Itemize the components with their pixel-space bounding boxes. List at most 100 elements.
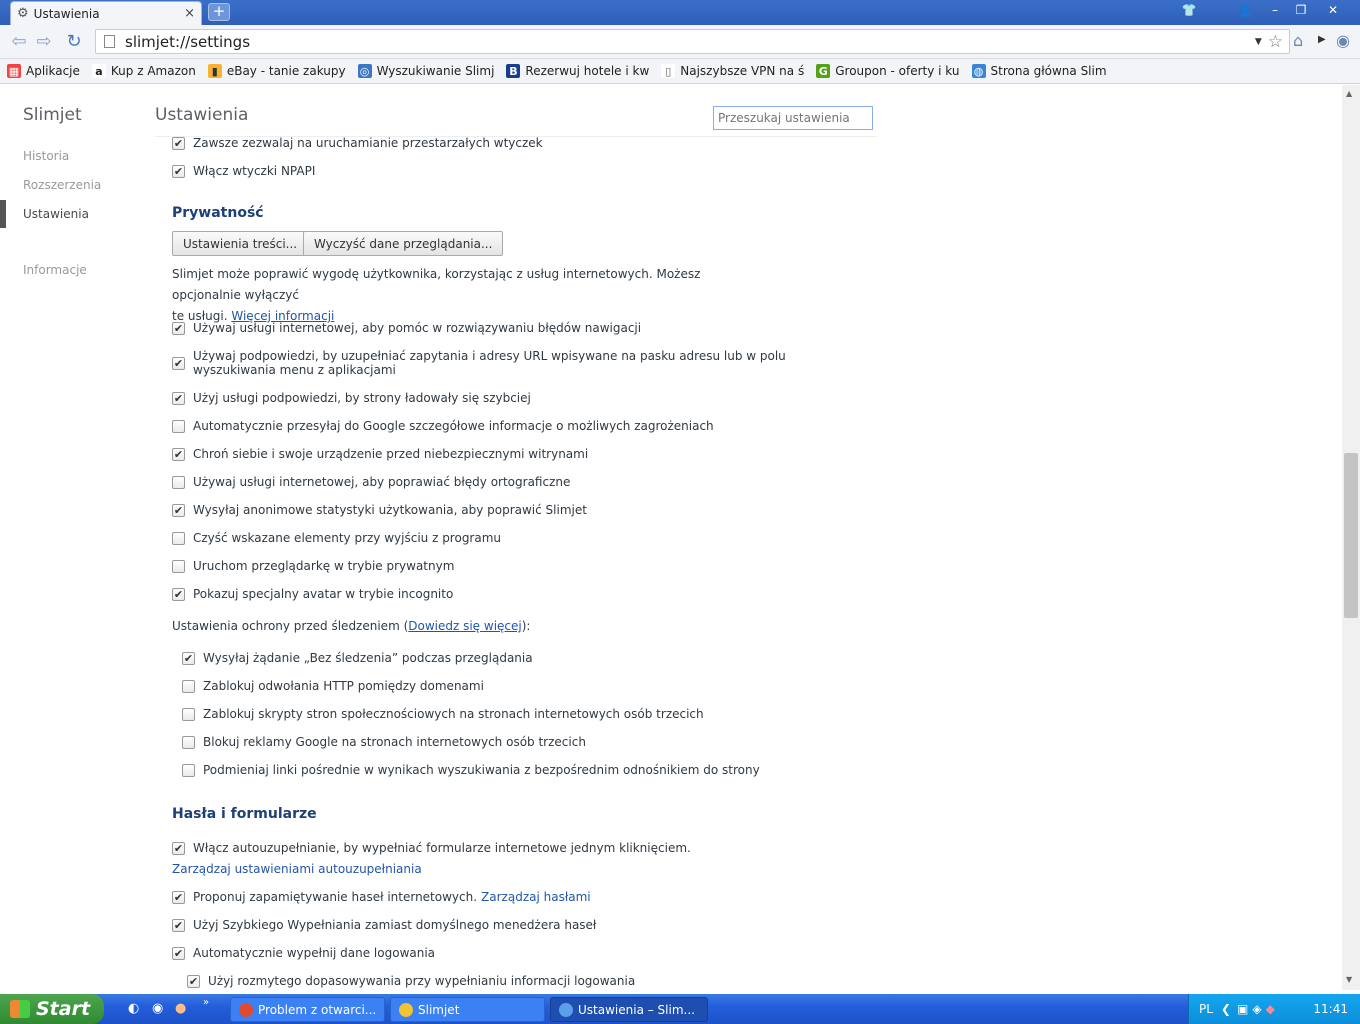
clear-browsing-data-button[interactable]: Wyczyść dane przeglądania...: [303, 231, 504, 256]
checkbox-row-tracking[interactable]: Zablokuj odwołania HTTP pomiędzy domenam…: [182, 679, 484, 693]
checkbox-row-tracking[interactable]: Blokuj reklamy Google na stronach intern…: [182, 735, 586, 749]
bookmark-star-icon[interactable]: ☆: [1268, 32, 1283, 52]
checkbox-row-quickfill[interactable]: ✔ Użyj Szybkiego Wypełniania zamiast dom…: [172, 918, 596, 932]
checkbox-row-privacy[interactable]: ✔ Używaj usługi internetowej, aby pomóc w…: [172, 321, 641, 335]
address-bar[interactable]: slimjet://settings ▼ ☆: [95, 29, 1290, 54]
shirt-icon[interactable]: 👕: [1176, 1, 1202, 20]
bookmark-item[interactable]: ◍ Strona główna Slim: [971, 64, 1107, 78]
checkbox[interactable]: ✔: [172, 587, 185, 601]
quicklaunch-desktop-icon[interactable]: ◐: [128, 1001, 139, 1016]
address-url[interactable]: slimjet://settings: [125, 33, 1255, 51]
bookmark-item[interactable]: a Kup z Amazon: [91, 64, 196, 78]
back-arrow-icon[interactable]: ⇦: [8, 32, 30, 52]
checkbox[interactable]: [172, 559, 185, 573]
checkbox[interactable]: [182, 679, 195, 693]
checkbox-row-offer-save-passwords[interactable]: ✔ Proponuj zapamiętywanie haseł internet…: [172, 890, 591, 904]
tray-expand-icon[interactable]: ❮: [1221, 1002, 1231, 1016]
search-settings-input[interactable]: [713, 106, 873, 130]
checkbox-row-autologin[interactable]: ✔ Automatycznie wypełnij dane logowania: [172, 946, 435, 960]
nav-item-settings[interactable]: Ustawienia: [23, 207, 89, 221]
close-tab-icon[interactable]: ×: [184, 6, 195, 21]
checkbox-row-tracking[interactable]: Podmieniaj linki pośrednie w wynikach wy…: [182, 763, 760, 777]
bookmarks-bar: ▦ Aplikacje a Kup z Amazon ▮ eBay - tanie zak…: [0, 59, 1360, 84]
checkbox[interactable]: ✔: [172, 356, 185, 370]
checkbox[interactable]: ✔: [172, 918, 185, 932]
checkbox[interactable]: ✔: [172, 164, 185, 178]
more-arrow-icon[interactable]: ▶: [1318, 34, 1326, 45]
checkbox-row-privacy[interactable]: ✔ Wysyłaj anonimowe statystyki użytkowani…: [172, 503, 587, 517]
nav-item-history[interactable]: Historia: [23, 149, 69, 163]
checkbox-row-autofill[interactable]: ✔ Włącz autouzupełnianie, by wypełniać f…: [172, 841, 691, 855]
checkbox-row-privacy[interactable]: Automatycznie przesyłaj do Google szczeg…: [172, 419, 714, 433]
nav-item-about[interactable]: Informacje: [23, 263, 87, 277]
checkbox-row-outdated-plugins[interactable]: ✔ Zawsze zezwalaj na uruchamianie przest…: [172, 136, 543, 150]
taskbar-task[interactable]: Ustawienia – Slim...: [550, 997, 708, 1022]
bookmark-item[interactable]: ▦ Aplikacje: [7, 64, 80, 78]
checkbox[interactable]: ✔: [172, 503, 185, 517]
checkbox-row-privacy[interactable]: Uruchom przeglądarkę w trybie prywatnym: [172, 559, 454, 573]
tray-antivirus-icon[interactable]: ◆: [1266, 1002, 1275, 1016]
manage-autofill-link[interactable]: Zarządzaj ustawieniami autouzupełniania: [172, 862, 422, 876]
home-icon[interactable]: ⌂: [1293, 31, 1303, 50]
nav-item-extensions[interactable]: Rozszerzenia: [23, 178, 101, 192]
checkbox-row-tracking[interactable]: ✔ Wysyłaj żądanie „Bez śledzenia” podczas…: [182, 651, 533, 665]
close-window-icon[interactable]: ✕: [1320, 1, 1346, 20]
tracking-suffix: ):: [521, 619, 531, 633]
checkbox[interactable]: ✔: [172, 890, 185, 904]
bookmark-item[interactable]: ▯ Najszybsze VPN na ś: [661, 64, 804, 78]
checkbox-row-fuzzy-match[interactable]: ✔ Użyj rozmytego dopasowywania przy wype…: [187, 974, 635, 988]
taskbar-task[interactable]: Problem z otwarci...: [230, 997, 385, 1022]
checkbox-row-privacy[interactable]: Używaj usługi internetowej, aby poprawia…: [172, 475, 570, 489]
language-indicator[interactable]: PL: [1199, 1002, 1213, 1016]
quicklaunch-more-icon[interactable]: »: [203, 997, 209, 1008]
checkbox-row-privacy[interactable]: ✔ Chroń siebie i swoje urządzenie przed n…: [172, 447, 588, 461]
start-button[interactable]: Start: [0, 994, 104, 1024]
checkbox[interactable]: [182, 735, 195, 749]
checkbox-label: Wysyłaj anonimowe statystyki użytkowania…: [193, 503, 587, 517]
tab-settings[interactable]: ⚙ Ustawienia ×: [10, 1, 202, 25]
checkbox[interactable]: ✔: [172, 391, 185, 405]
bookmark-item[interactable]: B Rezerwuj hotele i kw: [506, 64, 649, 78]
page-scrollbar[interactable]: ▲ ▼: [1342, 85, 1360, 990]
quicklaunch-chrome-icon[interactable]: ◉: [152, 1001, 163, 1016]
checkbox-row-tracking[interactable]: Zablokuj skrypty stron społecznościowych…: [182, 707, 704, 721]
scroll-down-icon[interactable]: ▼: [1346, 975, 1352, 984]
scroll-up-icon[interactable]: ▲: [1346, 89, 1352, 98]
checkbox[interactable]: ✔: [172, 136, 185, 150]
checkbox[interactable]: ✔: [172, 447, 185, 461]
checkbox-row-privacy[interactable]: ✔ Używaj podpowiedzi, by uzupełniać zapyt…: [172, 349, 786, 377]
minimize-icon[interactable]: –: [1262, 1, 1288, 20]
bookmark-item[interactable]: G Groupon - oferty i ku: [816, 64, 960, 78]
checkbox[interactable]: [182, 707, 195, 721]
dropdown-arrow-icon[interactable]: ▼: [1255, 37, 1262, 47]
tracking-learn-more-link[interactable]: Dowiedz się więcej: [408, 619, 521, 633]
checkbox[interactable]: [172, 419, 185, 433]
checkbox[interactable]: ✔: [172, 841, 185, 855]
checkbox[interactable]: ✔: [172, 946, 185, 960]
checkbox[interactable]: ✔: [172, 321, 185, 335]
checkbox[interactable]: [172, 531, 185, 545]
bookmark-item[interactable]: ◎ Wyszukiwanie Slimj: [357, 64, 494, 78]
bookmark-item[interactable]: ▮ eBay - tanie zakupy: [207, 64, 346, 78]
checkbox[interactable]: ✔: [187, 974, 200, 988]
checkbox-row-npapi[interactable]: ✔ Włącz wtyczki NPAPI: [172, 164, 315, 178]
user-profile-icon[interactable]: 👤: [1232, 1, 1258, 20]
tray-network-icon[interactable]: ▣: [1237, 1002, 1248, 1016]
taskbar-task[interactable]: Slimjet: [390, 997, 545, 1022]
checkbox-row-privacy[interactable]: Czyść wskazane elementy przy wyjściu z p…: [172, 531, 501, 545]
checkbox[interactable]: ✔: [182, 651, 195, 665]
new-tab-button[interactable]: +: [208, 3, 230, 21]
checkbox[interactable]: [172, 475, 185, 489]
restore-icon[interactable]: ❐: [1288, 1, 1314, 20]
quicklaunch-firefox-icon[interactable]: ●: [175, 1001, 186, 1016]
tray-volume-icon[interactable]: ◈: [1252, 1002, 1261, 1016]
reload-icon[interactable]: ↻: [63, 32, 85, 52]
manage-passwords-link[interactable]: Zarządzaj hasłami: [481, 890, 591, 904]
forward-arrow-icon[interactable]: ⇨: [33, 32, 55, 52]
slimjet-menu-icon[interactable]: ◉: [1336, 31, 1350, 50]
content-settings-button[interactable]: Ustawienia treści...: [172, 231, 309, 256]
checkbox[interactable]: [182, 763, 195, 777]
checkbox-row-privacy[interactable]: ✔ Użyj usługi podpowiedzi, by strony łado…: [172, 391, 531, 405]
checkbox-row-privacy[interactable]: ✔ Pokazuj specjalny avatar w trybie incog…: [172, 587, 453, 601]
scrollbar-thumb[interactable]: [1344, 453, 1358, 618]
